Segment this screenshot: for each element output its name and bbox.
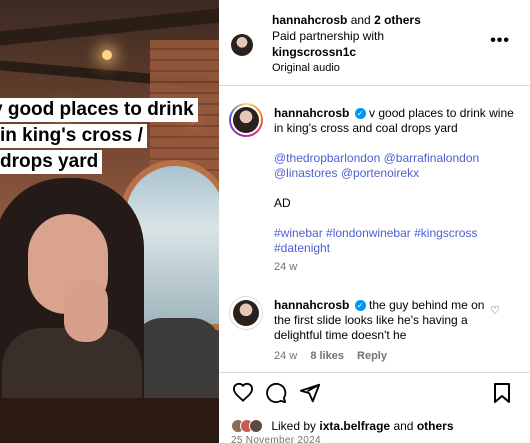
and-text: and bbox=[350, 13, 371, 27]
comment-reply-button[interactable]: Reply bbox=[357, 350, 387, 362]
caption-time: 24 w bbox=[274, 261, 298, 273]
overlay-line: drops yard bbox=[0, 150, 103, 174]
verified-badge-icon: ✓ bbox=[354, 300, 366, 312]
bookmark-icon[interactable] bbox=[493, 382, 511, 408]
overlay-line: in king's cross / bbox=[0, 124, 147, 148]
author-username[interactable]: hannahcrosb bbox=[272, 13, 347, 27]
post-sidebar: hannahcrosb and 2 others Paid partnershi… bbox=[219, 0, 530, 443]
liked-by-others[interactable]: others bbox=[417, 419, 454, 433]
liked-by-user[interactable]: ixta.belfrage bbox=[319, 419, 390, 433]
comment-author[interactable]: hannahcrosb bbox=[274, 298, 349, 312]
video-text-overlay: v good places to drink in king's cross /… bbox=[0, 98, 219, 176]
like-icon[interactable] bbox=[232, 382, 254, 406]
partner-username[interactable]: kingscrossn1c bbox=[272, 44, 421, 60]
comment-avatar[interactable] bbox=[229, 296, 263, 330]
caption-author[interactable]: hannahcrosb bbox=[274, 106, 349, 120]
verified-badge-icon: ✓ bbox=[354, 108, 366, 120]
overlay-line: v good places to drink bbox=[0, 98, 198, 122]
partnership-label: Paid partnership with bbox=[272, 29, 385, 43]
comment-time: 24 w bbox=[274, 350, 298, 362]
liked-by: Liked by ixta.belfrage and others bbox=[231, 417, 454, 434]
others-link[interactable]: 2 others bbox=[374, 13, 421, 27]
post-actions: Liked by ixta.belfrage and others 25 Nov… bbox=[219, 372, 530, 443]
comment-likes[interactable]: 8 likes bbox=[310, 350, 344, 362]
more-horizontal-icon[interactable]: ••• bbox=[490, 32, 510, 50]
background-people bbox=[132, 318, 219, 398]
post-media[interactable]: v good places to drink in king's cross /… bbox=[0, 0, 219, 443]
liked-by-and: and bbox=[393, 418, 414, 433]
author-avatar[interactable] bbox=[231, 34, 253, 56]
post-header: hannahcrosb and 2 others Paid partnershi… bbox=[219, 0, 530, 86]
liker-avatar[interactable] bbox=[249, 418, 263, 433]
comment-like-icon[interactable]: ♡ bbox=[490, 304, 500, 317]
post-date: 25 November 2024 bbox=[231, 435, 321, 443]
caption-mentions[interactable]: @thedropbarlondon @barrafinalondon @lina… bbox=[274, 151, 519, 181]
caption-hashtags[interactable]: #winebar #londonwinebar #kingscross #dat… bbox=[274, 226, 519, 256]
liked-by-prefix: Liked by bbox=[271, 418, 317, 433]
comment-icon[interactable] bbox=[265, 382, 287, 408]
lamp bbox=[102, 50, 112, 60]
audio-link[interactable]: Original audio bbox=[272, 60, 421, 76]
share-icon[interactable] bbox=[299, 382, 321, 408]
table bbox=[0, 398, 219, 443]
caption-ad: AD bbox=[274, 196, 291, 210]
post-header-info: hannahcrosb and 2 others Paid partnershi… bbox=[272, 12, 421, 76]
caption-avatar[interactable] bbox=[229, 103, 263, 137]
